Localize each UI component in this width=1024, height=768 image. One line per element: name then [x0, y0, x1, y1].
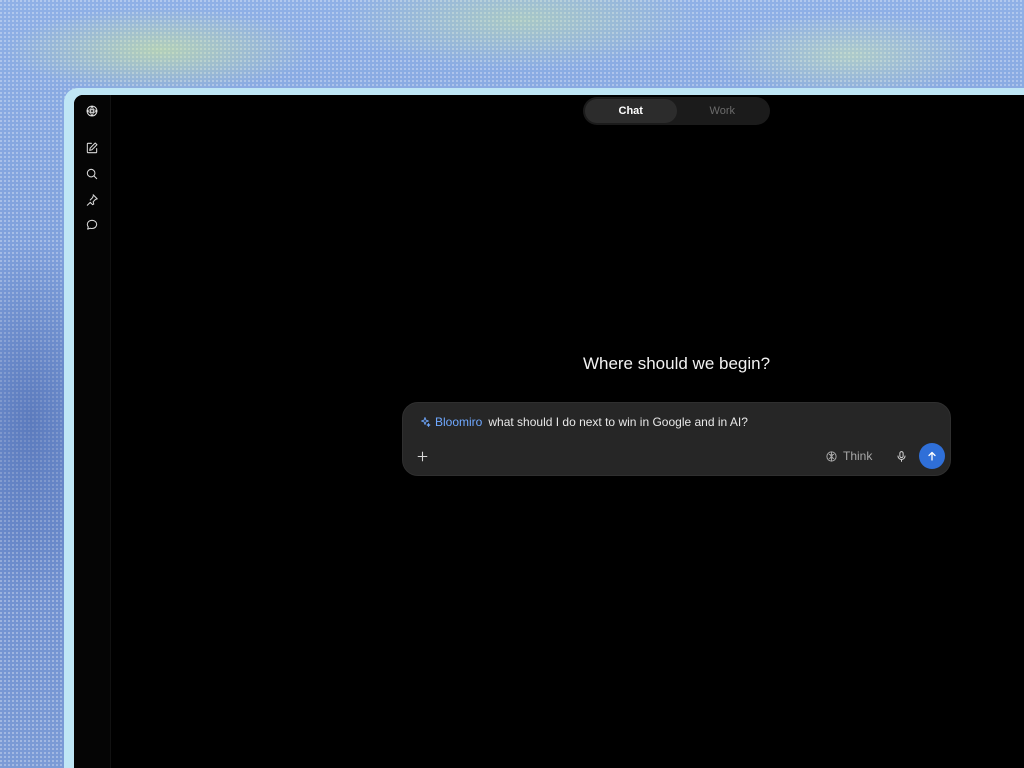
app-window: Chat Work Where should we begin? Bloomir… — [74, 95, 1024, 768]
sparkle-icon — [421, 417, 431, 427]
desktop-window-frame: Chat Work Where should we begin? Bloomir… — [64, 88, 1024, 768]
tab-chat[interactable]: Chat — [585, 99, 677, 123]
plus-icon — [417, 451, 427, 461]
chat-composer: Bloomiro what should I do next to win in… — [402, 402, 951, 476]
prompt-input[interactable]: Bloomiro what should I do next to win in… — [419, 415, 934, 429]
mode-toggle: Chat Work — [583, 97, 770, 125]
sidebar — [74, 95, 111, 768]
pin-icon[interactable] — [83, 191, 101, 209]
voice-input-button[interactable] — [891, 445, 911, 467]
logo-icon[interactable] — [83, 102, 101, 120]
prompt-text: what should I do next to win in Google a… — [488, 415, 748, 429]
think-button[interactable]: Think — [825, 446, 872, 466]
think-label: Think — [843, 449, 873, 463]
chip-label: Bloomiro — [435, 415, 483, 429]
send-button[interactable] — [919, 443, 945, 469]
bloomiro-chip[interactable]: Bloomiro — [419, 415, 482, 429]
new-chat-icon[interactable] — [83, 139, 101, 157]
search-icon[interactable] — [83, 165, 101, 183]
page-title: Where should we begin? — [582, 354, 771, 373]
add-attachment-button[interactable] — [411, 445, 433, 467]
brain-icon — [826, 450, 837, 462]
chat-bubble-icon[interactable] — [83, 216, 101, 234]
tab-work[interactable]: Work — [677, 99, 769, 123]
arrow-up-icon — [928, 451, 936, 461]
microphone-icon — [896, 450, 906, 462]
